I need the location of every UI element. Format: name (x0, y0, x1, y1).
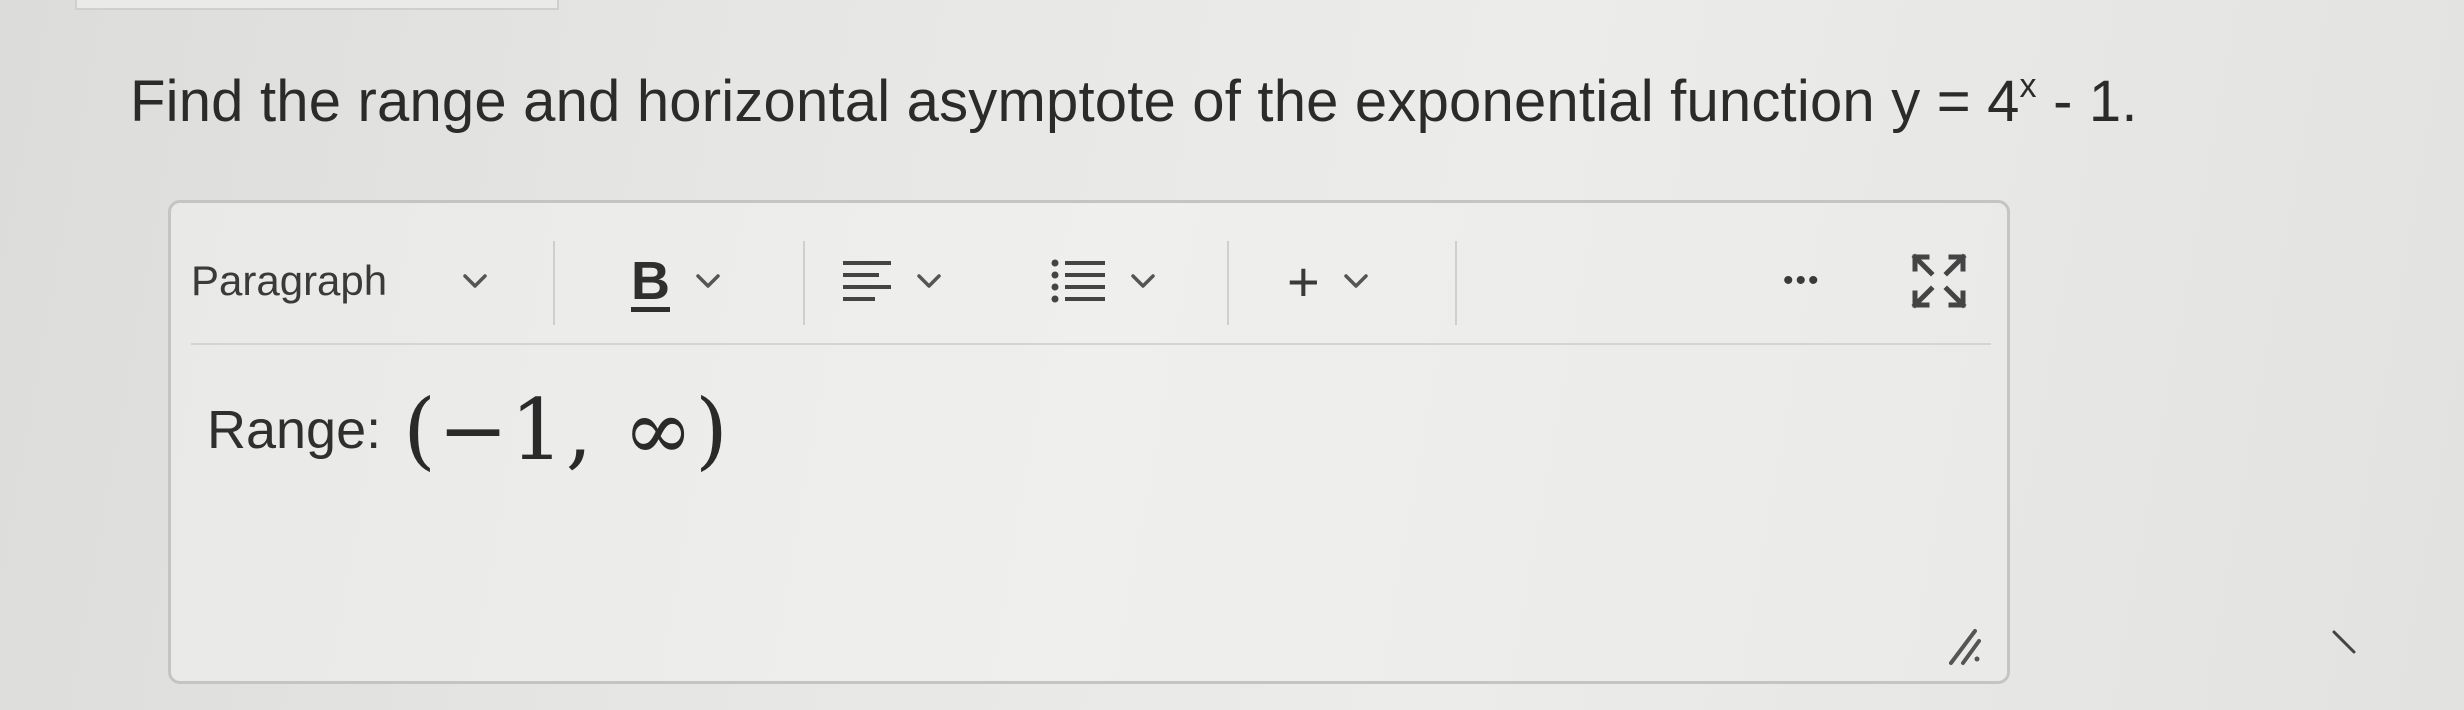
question-text: Find the range and horizontal asymptote … (130, 62, 2138, 142)
editor-content[interactable]: Range: (−1, ∞) (207, 381, 730, 479)
list-button[interactable] (1049, 223, 1199, 339)
chevron-down-icon (917, 274, 941, 288)
align-button[interactable] (839, 223, 979, 339)
editor-toolbar: Paragraph B + ••• (191, 223, 1991, 345)
fullscreen-button[interactable] (1909, 223, 1979, 339)
align-icon (843, 261, 891, 301)
range-label: Range: (207, 400, 382, 460)
paragraph-label: Paragraph (191, 257, 388, 304)
rich-text-editor[interactable]: Paragraph B + ••• Range: (−1, ∞) (168, 200, 2010, 684)
more-icon: ••• (1783, 264, 1821, 297)
toolbar-divider (1455, 241, 1457, 325)
list-icon (1051, 259, 1105, 303)
toolbar-divider (553, 241, 555, 325)
fullscreen-icon (1911, 253, 1967, 309)
plus-icon: + (1287, 249, 1320, 313)
range-value: (−1, ∞) (403, 381, 730, 479)
question-exponent: x (2019, 67, 2037, 105)
toolbar-divider (1227, 241, 1229, 325)
chevron-down-icon (463, 274, 487, 288)
bold-icon: B (631, 251, 670, 311)
bold-button[interactable]: B (631, 223, 781, 339)
resize-handle-icon[interactable] (1941, 623, 1985, 667)
paragraph-dropdown[interactable]: Paragraph (191, 223, 511, 339)
mouse-cursor-icon (2332, 630, 2356, 654)
chevron-down-icon (1343, 274, 1368, 288)
chevron-down-icon (1131, 274, 1155, 288)
question-main: Find the range and horizontal asymptote … (130, 69, 2020, 134)
chevron-down-icon (696, 274, 720, 288)
question-tail: - 1. (2036, 69, 2138, 134)
toolbar-divider (803, 241, 805, 325)
more-options-button[interactable]: ••• (1783, 223, 1863, 339)
top-panel-edge (75, 0, 559, 10)
insert-button[interactable]: + (1287, 223, 1407, 339)
